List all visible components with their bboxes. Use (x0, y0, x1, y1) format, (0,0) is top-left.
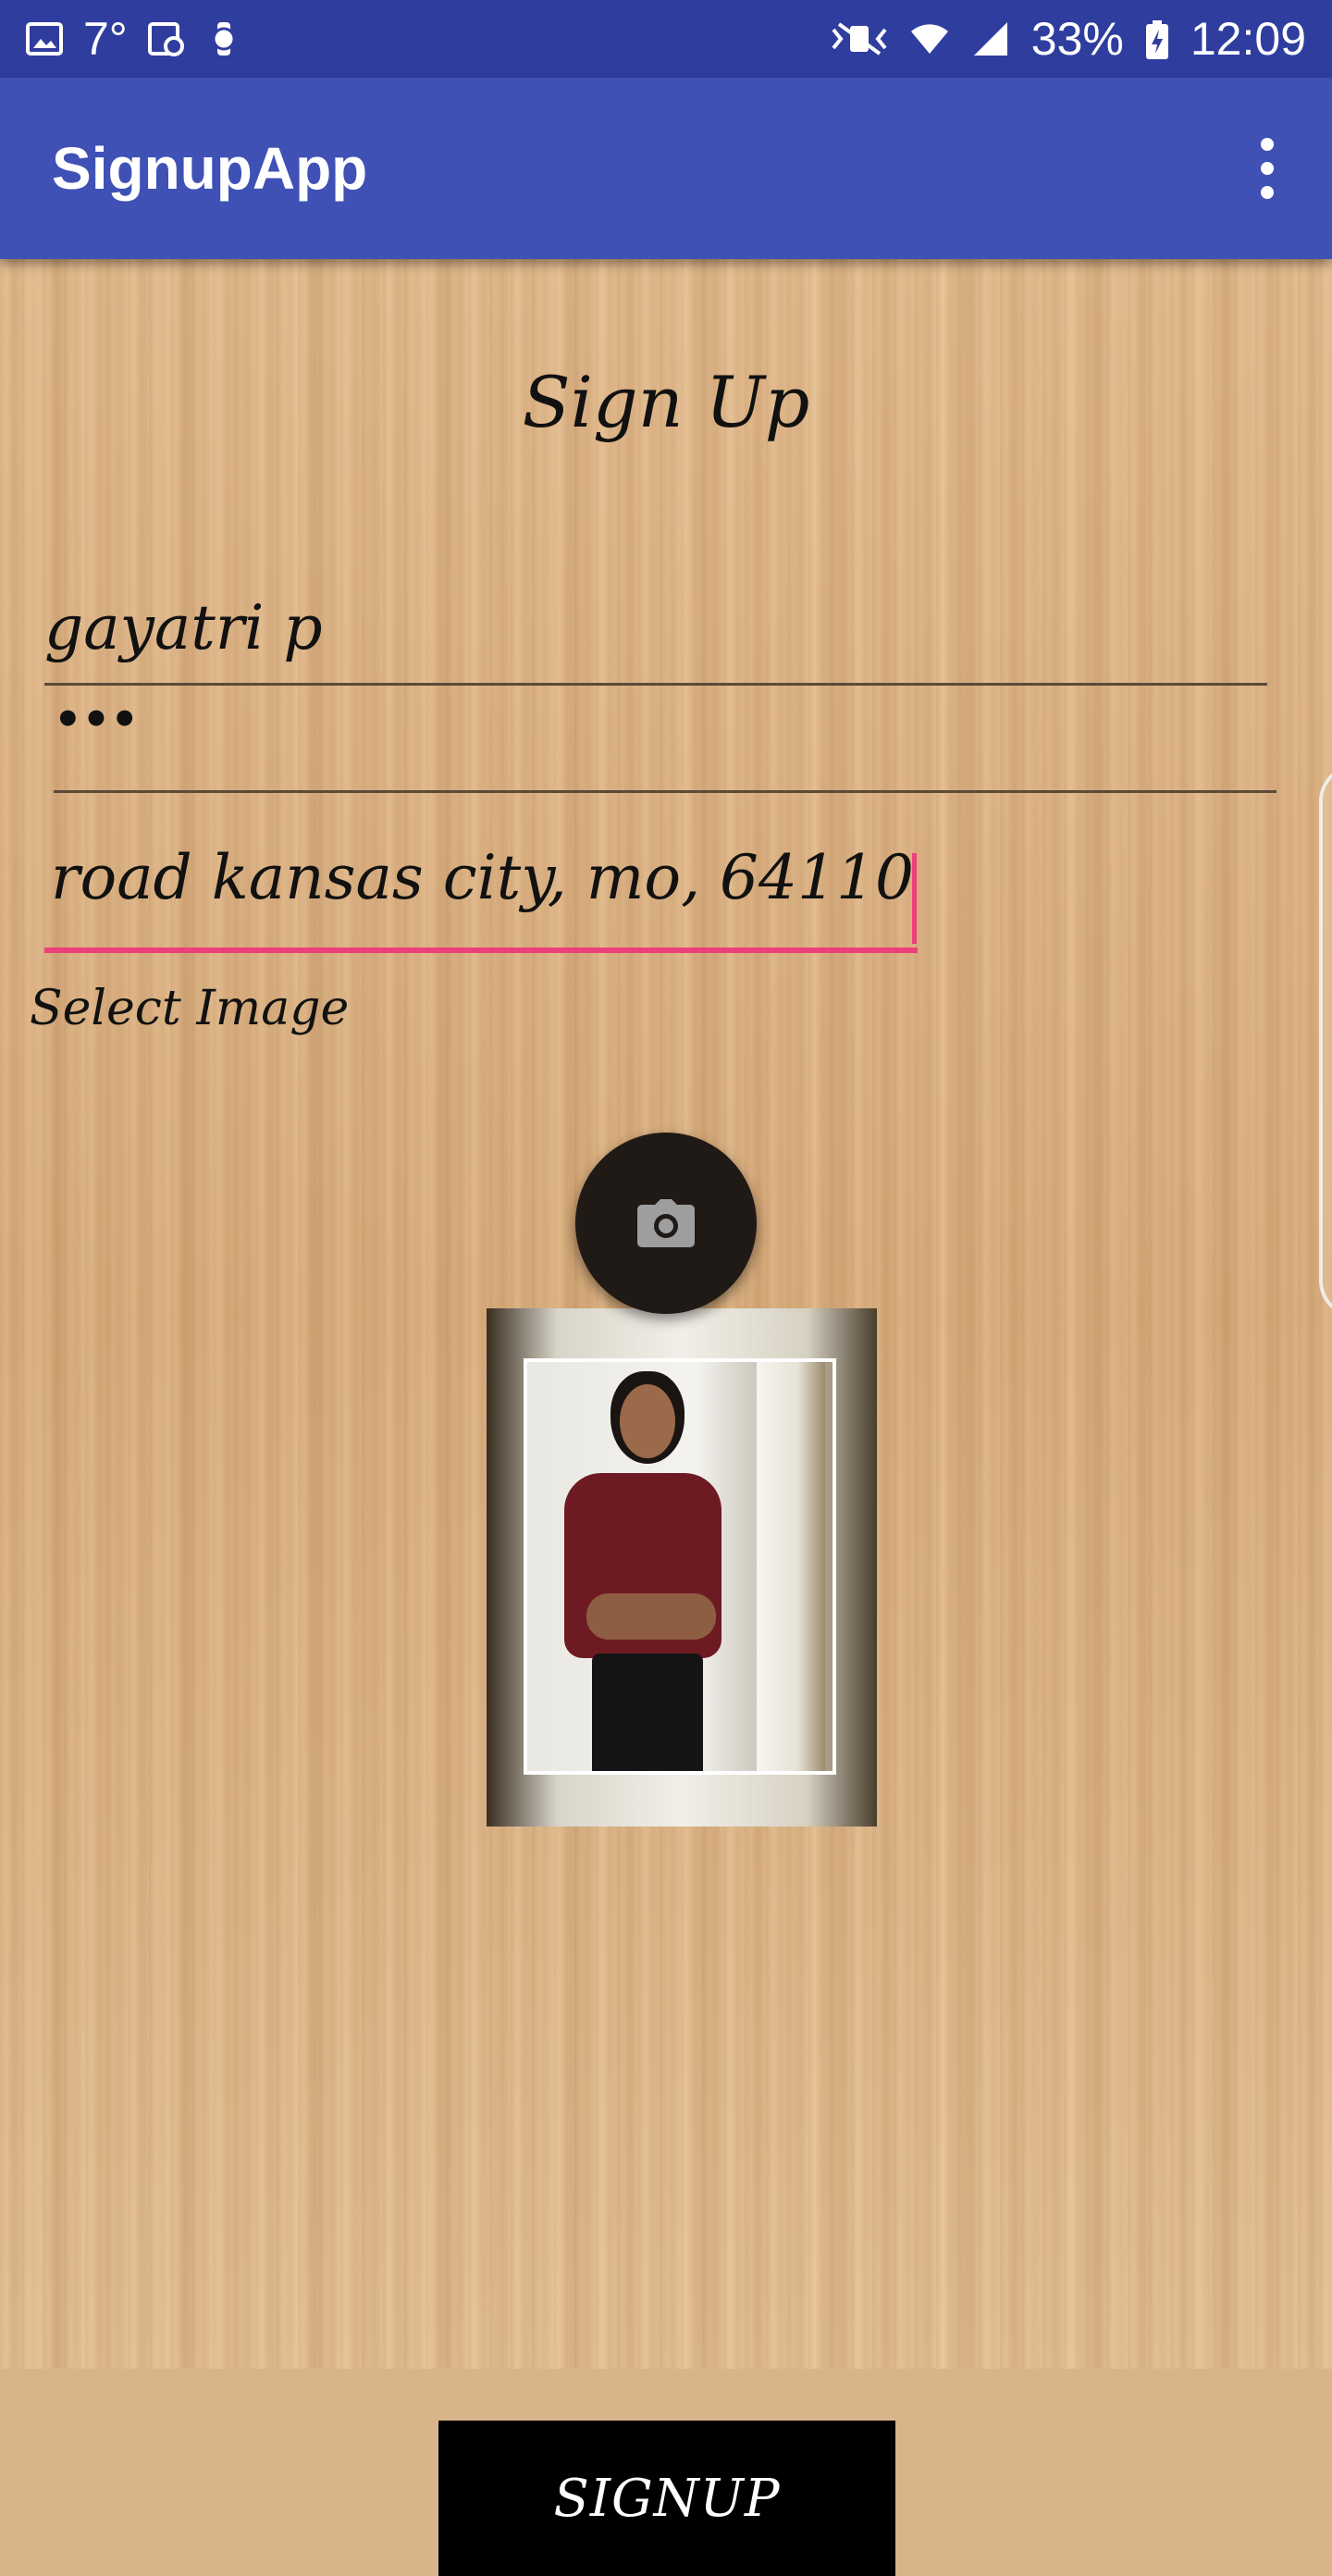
profile-photo (524, 1358, 836, 1775)
name-field[interactable]: gayatri p (44, 592, 1265, 663)
overflow-dot (1261, 138, 1274, 151)
signal-icon (970, 20, 1011, 57)
password-field-underline (54, 790, 1276, 793)
battery-charging-icon (1144, 20, 1170, 59)
camera-icon (637, 1199, 695, 1247)
signup-form: Sign Up gayatri p ••• ckhill road kansas… (0, 259, 1332, 2576)
camera-button[interactable] (575, 1133, 757, 1314)
status-right: 33% 12:09 (830, 12, 1306, 66)
wifi-icon (909, 20, 950, 57)
overflow-dot (1261, 162, 1274, 175)
signup-button[interactable]: SIGNUP (438, 2421, 895, 2576)
address-field[interactable]: ckhill road kansas city, mo, 64110 (44, 842, 914, 913)
overflow-dot (1261, 186, 1274, 199)
selected-image-preview (487, 1308, 877, 1827)
more-vert-icon[interactable] (1240, 122, 1295, 215)
calendar-clock-icon (147, 20, 185, 57)
watch-icon (205, 20, 242, 57)
photo-person-pants (592, 1653, 703, 1771)
text-cursor (912, 853, 917, 944)
photo-person-face (620, 1384, 675, 1458)
select-image-label: Select Image (30, 981, 350, 1036)
gallery-icon (26, 20, 63, 57)
app-title: SignupApp (52, 135, 368, 202)
status-left: 7° (26, 12, 242, 66)
password-field[interactable]: ••• (54, 694, 1275, 746)
name-field-value: gayatri p (44, 592, 323, 663)
address-field-underline (44, 947, 918, 953)
status-bar: 7° 33% 12:09 (0, 0, 1332, 78)
edge-panel-handle[interactable] (1319, 764, 1332, 1318)
password-field-value: ••• (54, 694, 140, 746)
page-title: Sign Up (522, 361, 810, 443)
photo-door (757, 1362, 825, 1771)
app-bar: SignupApp (0, 78, 1332, 259)
temperature-text: 7° (83, 13, 128, 65)
name-field-underline (44, 683, 1267, 686)
photo-person-arms (586, 1593, 716, 1640)
mute-vibrate-icon (830, 20, 889, 57)
address-field-value: ckhill road kansas city, mo, 64110 (44, 842, 914, 913)
clock-text: 12:09 (1190, 13, 1306, 65)
battery-percent-text: 33% (1030, 13, 1124, 65)
